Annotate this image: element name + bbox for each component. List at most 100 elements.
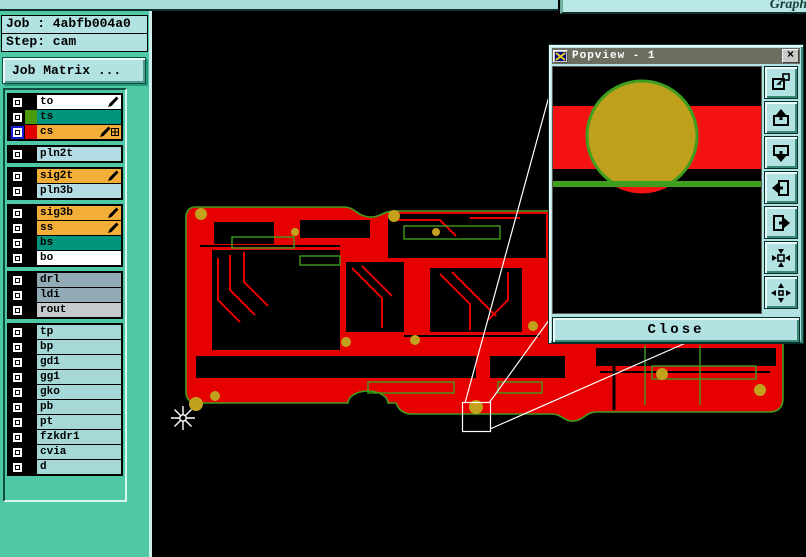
layer-label[interactable]: bs (37, 236, 121, 250)
layer-row-bs[interactable]: bs (9, 236, 121, 250)
layer-visibility-checkbox[interactable] (12, 112, 22, 122)
pen-icon[interactable] (107, 222, 119, 234)
layer-row-gg1[interactable]: gg1 (9, 370, 121, 384)
layer-row-pt[interactable]: pt (9, 415, 121, 429)
layer-label[interactable]: sig3b (37, 206, 121, 220)
layer-visibility-checkbox[interactable] (12, 127, 22, 137)
popview-viewport[interactable] (552, 66, 762, 314)
pen-icon[interactable] (99, 126, 111, 138)
layer-row-tp[interactable]: tp (9, 325, 121, 339)
layer-label[interactable]: sig2t (37, 169, 121, 183)
layer-label[interactable]: drl (37, 273, 121, 287)
layer-visibility-checkbox[interactable] (12, 432, 22, 442)
layer-label[interactable]: pln3b (37, 184, 121, 198)
layer-visibility-checkbox[interactable] (12, 171, 22, 181)
layer-color-swatch[interactable] (25, 206, 37, 220)
layer-visibility-checkbox[interactable] (12, 149, 22, 159)
layer-color-swatch[interactable] (25, 370, 37, 384)
layer-visibility-checkbox[interactable] (12, 275, 22, 285)
layer-row-fzkdr1[interactable]: fzkdr1 (9, 430, 121, 444)
layer-color-swatch[interactable] (25, 325, 37, 339)
layer-label[interactable]: rout (37, 303, 121, 317)
layer-row-d[interactable]: d (9, 460, 121, 474)
layer-row-cvia[interactable]: cvia (9, 445, 121, 459)
layer-row-gd1[interactable]: gd1 (9, 355, 121, 369)
layer-visibility-checkbox[interactable] (12, 417, 22, 427)
layer-color-swatch[interactable] (25, 184, 37, 198)
layer-row-gko[interactable]: gko (9, 385, 121, 399)
layer-color-swatch[interactable] (25, 355, 37, 369)
layer-color-swatch[interactable] (25, 236, 37, 250)
layer-row-drl[interactable]: drl (9, 273, 121, 287)
layer-color-swatch[interactable] (25, 400, 37, 414)
layer-label[interactable]: ts (37, 110, 121, 124)
layer-label[interactable]: ss (37, 221, 121, 235)
layer-color-swatch[interactable] (25, 340, 37, 354)
layer-visibility-checkbox[interactable] (12, 238, 22, 248)
layer-label[interactable]: fzkdr1 (37, 430, 121, 444)
layer-visibility-checkbox[interactable] (12, 372, 22, 382)
layer-visibility-checkbox[interactable] (12, 342, 22, 352)
layer-row-sig2t[interactable]: sig2t (9, 169, 121, 183)
layer-row-pln3b[interactable]: pln3b (9, 184, 121, 198)
layer-color-swatch[interactable] (25, 273, 37, 287)
layer-row-ts[interactable]: ts (9, 110, 121, 124)
pan-right-button[interactable] (764, 206, 798, 239)
layer-visibility-checkbox[interactable] (12, 253, 22, 263)
popview-close-x-button[interactable]: × (782, 49, 799, 63)
layer-color-swatch[interactable] (25, 95, 37, 109)
layer-color-swatch[interactable] (25, 445, 37, 459)
layer-color-swatch[interactable] (25, 303, 37, 317)
layer-label[interactable]: gg1 (37, 370, 121, 384)
layer-visibility-checkbox[interactable] (12, 208, 22, 218)
layer-visibility-checkbox[interactable] (12, 305, 22, 315)
popview-close-button[interactable]: Close (552, 317, 800, 343)
layer-color-swatch[interactable] (25, 221, 37, 235)
layer-label[interactable]: tp (37, 325, 121, 339)
layer-color-swatch[interactable] (25, 125, 37, 139)
layer-color-swatch[interactable] (25, 110, 37, 124)
layer-visibility-checkbox[interactable] (12, 462, 22, 472)
zoom-fit-button[interactable] (764, 241, 798, 274)
layer-label[interactable]: gd1 (37, 355, 121, 369)
pen-icon[interactable] (107, 207, 119, 219)
pan-down-button[interactable] (764, 136, 798, 169)
layer-label[interactable]: cvia (37, 445, 121, 459)
layer-label[interactable]: to (37, 95, 121, 109)
layer-color-swatch[interactable] (25, 169, 37, 183)
layer-visibility-checkbox[interactable] (12, 186, 22, 196)
pan-left-button[interactable] (764, 171, 798, 204)
layer-label[interactable]: bo (37, 251, 121, 265)
layer-label[interactable]: cs (37, 125, 121, 139)
layer-color-swatch[interactable] (25, 460, 37, 474)
popview-window-icon[interactable] (553, 49, 568, 63)
layer-color-swatch[interactable] (25, 251, 37, 265)
layer-visibility-checkbox[interactable] (12, 97, 22, 107)
layer-label[interactable]: d (37, 460, 121, 474)
layer-visibility-checkbox[interactable] (12, 357, 22, 367)
layer-row-to[interactable]: to (9, 95, 121, 109)
layer-visibility-checkbox[interactable] (12, 290, 22, 300)
layer-visibility-checkbox[interactable] (12, 387, 22, 397)
pan-up-button[interactable] (764, 101, 798, 134)
layer-label[interactable]: gko (37, 385, 121, 399)
layer-visibility-checkbox[interactable] (12, 447, 22, 457)
grid-icon[interactable] (111, 128, 119, 136)
layer-visibility-checkbox[interactable] (12, 223, 22, 233)
pen-icon[interactable] (107, 96, 119, 108)
new-popview-button[interactable] (764, 66, 798, 99)
zoom-center-button[interactable] (764, 276, 798, 309)
layer-color-swatch[interactable] (25, 288, 37, 302)
layer-color-swatch[interactable] (25, 385, 37, 399)
job-matrix-button[interactable]: Job Matrix ... (2, 57, 146, 84)
layer-row-pln2t[interactable]: pln2t (9, 147, 121, 161)
layer-color-swatch[interactable] (25, 147, 37, 161)
layer-label[interactable]: pln2t (37, 147, 121, 161)
layer-row-cs[interactable]: cs (9, 125, 121, 139)
layer-color-swatch[interactable] (25, 415, 37, 429)
layer-row-pb[interactable]: pb (9, 400, 121, 414)
pen-icon[interactable] (107, 170, 119, 182)
layer-label[interactable]: pt (37, 415, 121, 429)
layer-row-bp[interactable]: bp (9, 340, 121, 354)
layer-color-swatch[interactable] (25, 430, 37, 444)
